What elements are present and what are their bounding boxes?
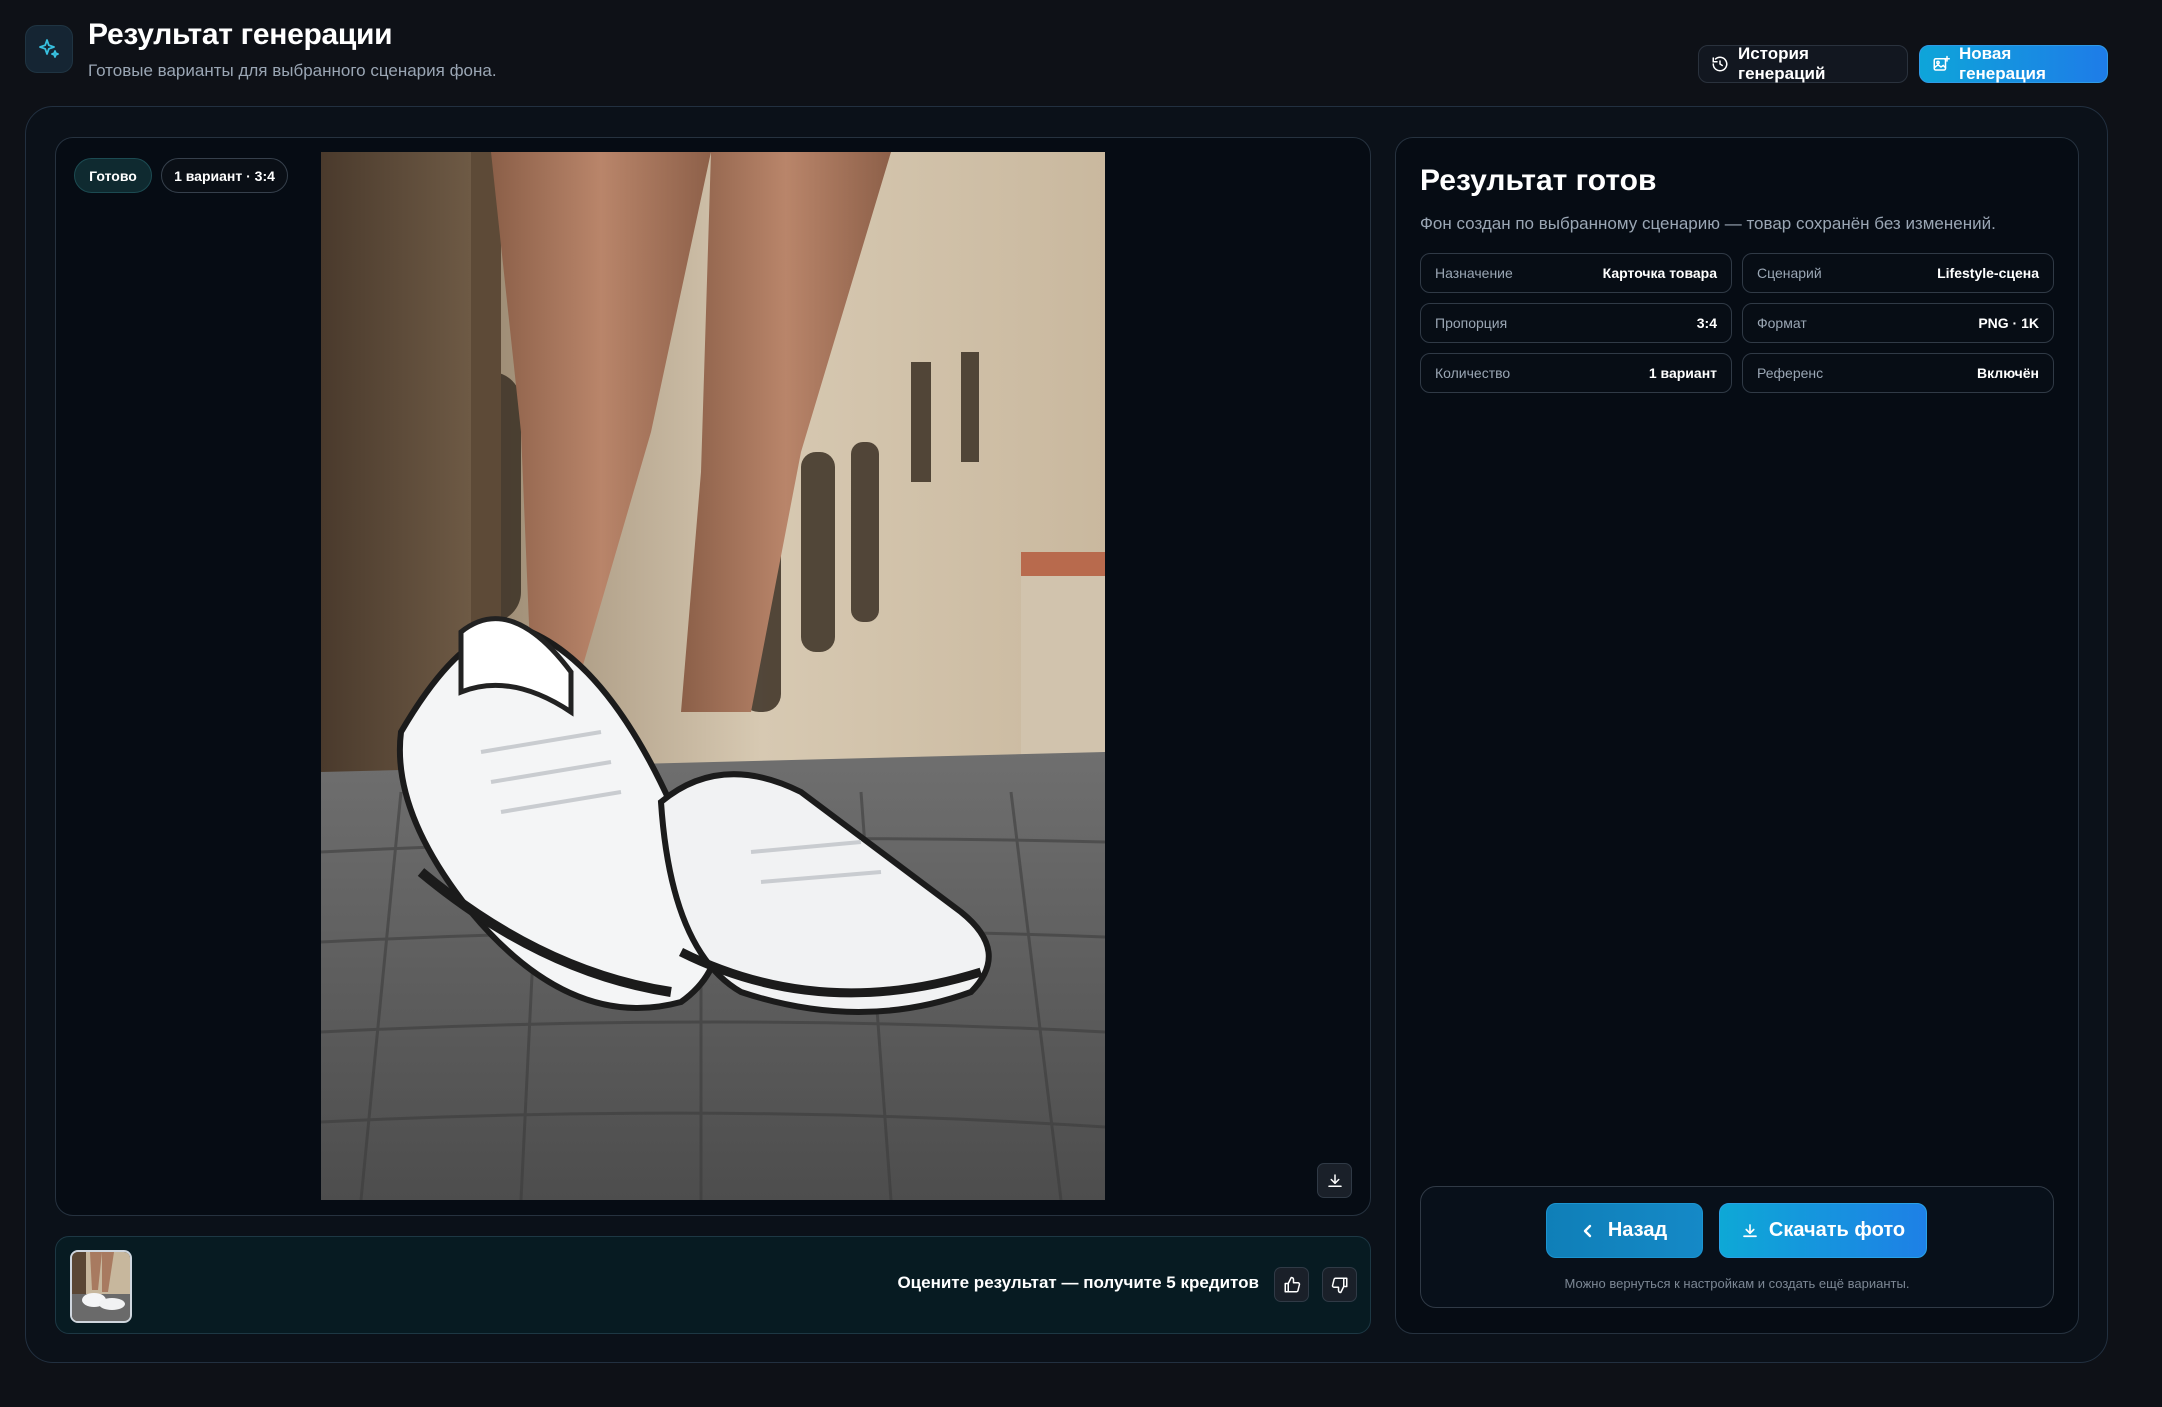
chevron-left-icon: [1582, 1223, 1594, 1239]
back-button[interactable]: Назад: [1546, 1203, 1703, 1258]
variant-badge: 1 вариант · 3:4: [161, 158, 288, 193]
info-description: Фон создан по выбранному сценарию — това…: [1420, 214, 1996, 233]
param-label: Количество: [1435, 365, 1511, 381]
param-value: Карточка товара: [1602, 265, 1717, 281]
param-label: Сценарий: [1757, 265, 1822, 281]
param-reference: Референс Включён: [1742, 353, 2054, 393]
new-generation-button[interactable]: Новая генерация: [1919, 44, 2108, 83]
history-button-label: История генераций: [1738, 44, 1826, 83]
action-hint: Можно вернуться к настройкам и создать е…: [1564, 1276, 1910, 1291]
param-label: Назначение: [1435, 265, 1513, 281]
param-aspect: Пропорция 3:4: [1420, 303, 1732, 343]
param-value: Включён: [1977, 365, 2039, 381]
download-photo-button[interactable]: Скачать фото: [1719, 1203, 1927, 1258]
thumbs-up-icon[interactable]: [1274, 1267, 1309, 1302]
rating-prompt: Оцените результат — получите 5 кредитов: [897, 1273, 1259, 1292]
param-scenario: Сценарий Lifestyle-сцена: [1742, 253, 2054, 293]
result-image[interactable]: [321, 152, 1105, 1200]
page-subtitle: Готовые варианты для выбранного сценария…: [88, 61, 497, 80]
thumbs-down-icon[interactable]: [1322, 1267, 1357, 1302]
download-photo-label: Скачать фото: [1768, 1219, 1906, 1241]
param-value: PNG · 1K: [1978, 315, 2039, 331]
new-generation-button-label: Новая генерация: [1959, 44, 2046, 83]
result-thumbnail[interactable]: [70, 1250, 132, 1323]
param-label: Референс: [1757, 365, 1824, 381]
history-button[interactable]: История генераций: [1698, 44, 1908, 83]
param-count: Количество 1 вариант: [1420, 353, 1732, 393]
info-title: Результат готов: [1420, 164, 1657, 197]
download-icon[interactable]: [1317, 1163, 1352, 1198]
param-purpose: Назначение Карточка товара: [1420, 253, 1732, 293]
param-label: Формат: [1757, 315, 1807, 331]
sparkles-icon: [25, 25, 73, 73]
download-icon: [1741, 1222, 1759, 1240]
history-icon: [1711, 55, 1729, 73]
image-plus-icon: [1932, 55, 1950, 73]
param-value: 1 вариант: [1648, 365, 1717, 381]
param-label: Пропорция: [1435, 315, 1508, 331]
param-format: Формат PNG · 1K: [1742, 303, 2054, 343]
param-value: Lifestyle-сцена: [1937, 265, 2039, 281]
page-title: Результат генерации: [88, 18, 393, 51]
back-button-label: Назад: [1607, 1219, 1668, 1241]
param-value: 3:4: [1696, 315, 1717, 331]
status-badge: Готово: [74, 158, 152, 193]
